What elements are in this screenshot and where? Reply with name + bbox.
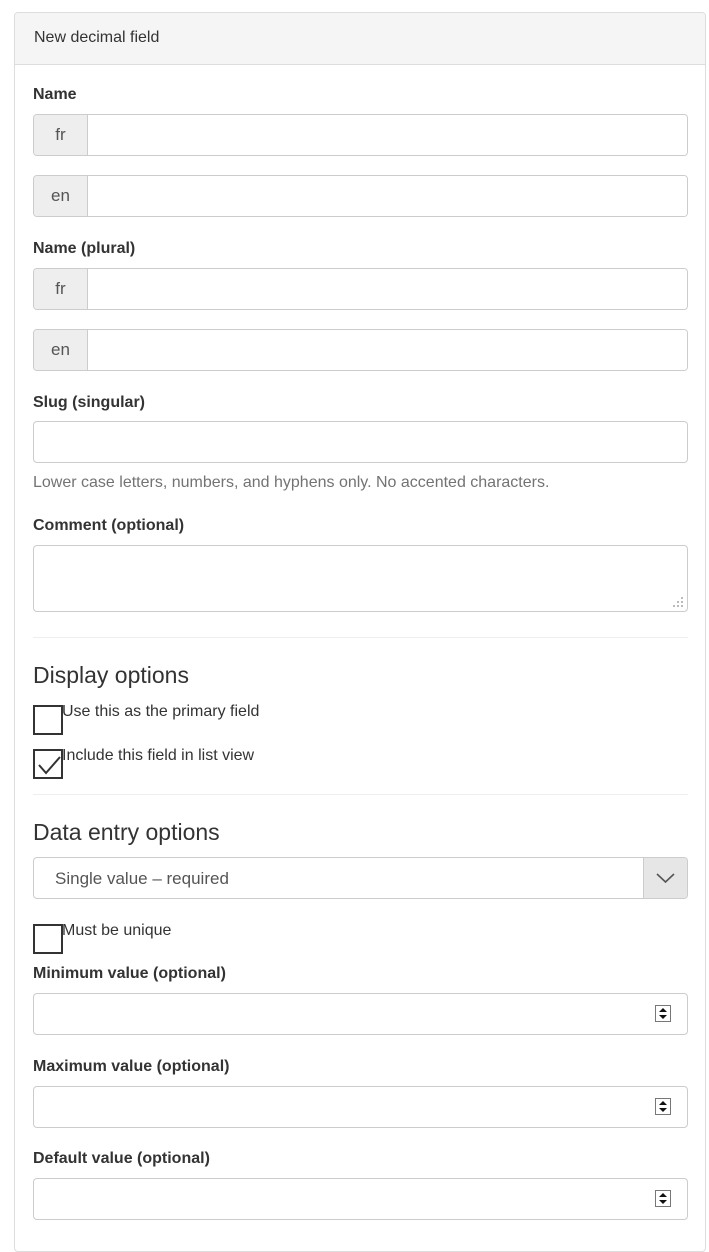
primary-field-checkbox[interactable] xyxy=(33,705,63,735)
default-input[interactable] xyxy=(33,1178,688,1220)
name-en-input[interactable] xyxy=(88,176,687,216)
unique-label[interactable]: Must be unique xyxy=(62,922,171,940)
data-entry-options-heading: Data entry options xyxy=(33,819,220,845)
value-type-select[interactable]: Single value – required xyxy=(33,857,688,899)
spinner-arrows-icon[interactable] xyxy=(655,1190,671,1207)
comment-label: Comment (optional) xyxy=(33,517,185,534)
list-view-label[interactable]: Include this field in list view xyxy=(62,747,254,765)
name-en-group: en xyxy=(33,175,688,217)
name-plural-en-group: en xyxy=(33,329,688,371)
name-plural-en-input[interactable] xyxy=(88,330,687,370)
slug-input[interactable] xyxy=(33,421,688,463)
panel-title: New decimal field xyxy=(34,29,160,46)
maximum-input[interactable] xyxy=(33,1086,688,1128)
name-fr-input[interactable] xyxy=(88,115,687,155)
list-view-checkbox[interactable] xyxy=(33,749,63,779)
lang-addon-en: en xyxy=(34,176,88,216)
slug-help-text: Lower case letters, numbers, and hyphens… xyxy=(33,474,550,491)
comment-wrapper xyxy=(33,545,688,612)
comment-textarea[interactable] xyxy=(33,545,688,612)
divider xyxy=(33,637,688,638)
lang-addon-fr: fr xyxy=(34,115,88,155)
name-plural-label: Name (plural) xyxy=(33,240,136,257)
panel-heading: New decimal field xyxy=(15,13,705,65)
unique-checkbox[interactable] xyxy=(33,924,63,954)
default-label: Default value (optional) xyxy=(33,1150,210,1167)
minimum-input[interactable] xyxy=(33,993,688,1035)
spinner-arrows-icon[interactable] xyxy=(655,1005,671,1022)
display-options-heading: Display options xyxy=(33,662,189,688)
name-plural-fr-group: fr xyxy=(33,268,688,310)
chevron-down-icon xyxy=(656,873,675,884)
divider xyxy=(33,794,688,795)
minimum-wrapper xyxy=(33,993,688,1035)
maximum-label: Maximum value (optional) xyxy=(33,1058,230,1075)
name-label: Name xyxy=(33,86,77,103)
name-fr-group: fr xyxy=(33,114,688,156)
name-plural-fr-input[interactable] xyxy=(88,269,687,309)
maximum-wrapper xyxy=(33,1086,688,1128)
select-arrow-button[interactable] xyxy=(643,858,687,898)
minimum-label: Minimum value (optional) xyxy=(33,965,226,982)
spinner-arrows-icon[interactable] xyxy=(655,1098,671,1115)
lang-addon-fr: fr xyxy=(34,269,88,309)
select-value: Single value – required xyxy=(55,869,229,888)
slug-label: Slug (singular) xyxy=(33,394,145,411)
default-wrapper xyxy=(33,1178,688,1220)
primary-field-label[interactable]: Use this as the primary field xyxy=(62,703,259,721)
checkmark-icon xyxy=(38,756,61,775)
lang-addon-en: en xyxy=(34,330,88,370)
resize-grip-icon[interactable] xyxy=(672,596,684,608)
